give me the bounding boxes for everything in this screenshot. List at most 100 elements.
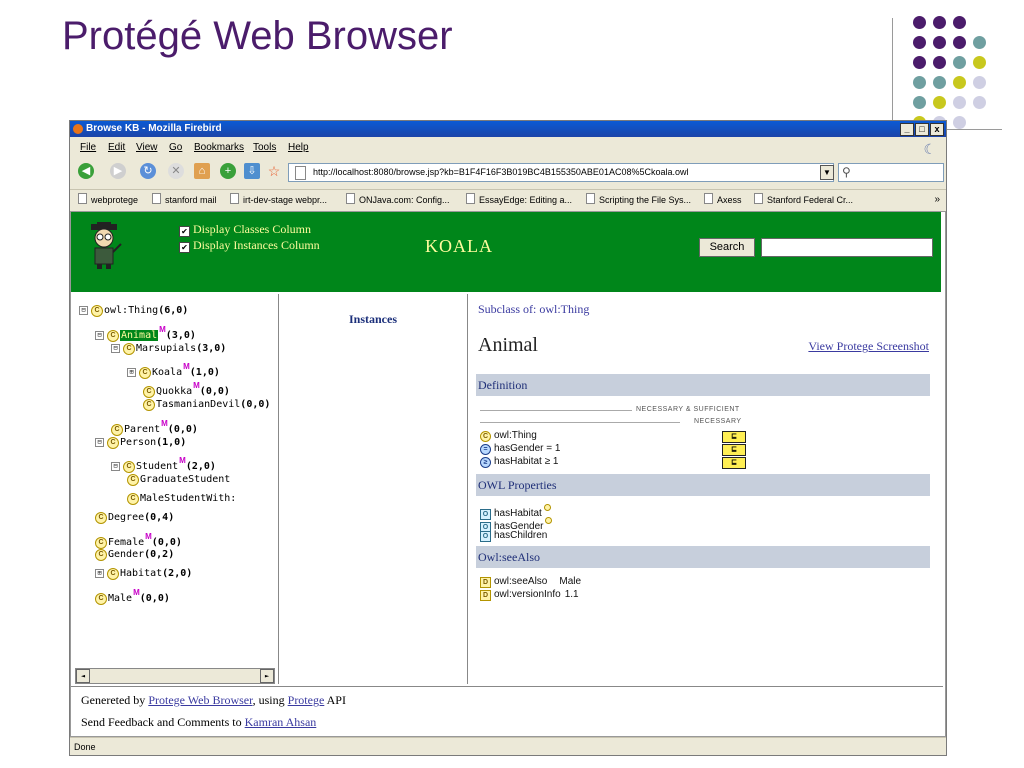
firebird-logo-icon	[73, 124, 83, 134]
expand-toggle-icon[interactable]: ⊞	[95, 569, 104, 579]
tree-node[interactable]: C Degree(0,4)	[95, 511, 174, 525]
view-screenshot-link[interactable]: View Protege Screenshot	[808, 339, 929, 354]
minimize-button[interactable]: _	[900, 123, 914, 136]
page-icon	[586, 193, 595, 204]
author-link[interactable]: Kamran Ahsan	[245, 715, 317, 729]
tree-node[interactable]: C ParentM(0,0)	[111, 417, 198, 437]
tree-node[interactable]: C MaleStudentWith:	[127, 492, 236, 506]
classes-checkbox[interactable]: ✔	[179, 226, 190, 237]
decor-dot	[973, 76, 986, 89]
menu-bookmarks[interactable]: Bookmarks	[194, 139, 244, 156]
functional-marker-icon	[543, 504, 551, 511]
search-input[interactable]	[761, 238, 933, 257]
bookmark-item[interactable]: webprotege	[78, 190, 138, 210]
menu-tools[interactable]: Tools	[253, 139, 276, 156]
tree-node[interactable]: C FemaleM(0,0)	[95, 530, 182, 550]
subclass-of-link[interactable]: Subclass of: owl:Thing	[478, 302, 589, 317]
status-text: Done	[74, 742, 96, 752]
tree-node[interactable]: C QuokkaM(0,0)	[143, 379, 230, 399]
url-dropdown-button[interactable]: ▼	[820, 165, 834, 180]
class-detail-panel: Subclass of: owl:Thing Animal View Prote…	[468, 294, 943, 684]
stop-icon[interactable]: ✕	[168, 163, 184, 179]
page-icon	[78, 193, 87, 204]
expand-toggle-icon[interactable]: ⊟	[79, 306, 88, 315]
download-icon[interactable]: ⇩	[244, 163, 260, 179]
bookmark-star-icon[interactable]: ☆	[266, 163, 282, 179]
bookmark-item[interactable]: Stanford Federal Cr...	[754, 190, 853, 210]
maximize-button[interactable]: □	[915, 123, 929, 136]
menu-view[interactable]: View	[136, 139, 158, 156]
page-icon	[346, 193, 355, 204]
browser-search-field[interactable]: ⚲	[838, 163, 944, 182]
instances-title: Instances	[348, 312, 397, 326]
tree-node[interactable]: ⊟ C StudentM(2,0)	[111, 454, 216, 474]
modified-marker: M	[159, 324, 166, 334]
bookmark-item[interactable]: Scripting the File Sys...	[586, 190, 691, 210]
expand-toggle-icon[interactable]: ⊟	[111, 343, 120, 353]
status-bar: Done	[70, 737, 946, 755]
property-row[interactable]: OhasChildren	[480, 530, 547, 542]
tree-node[interactable]: C TasmanianDevil(0,0)	[143, 398, 270, 412]
decor-dot	[933, 36, 946, 49]
tree-horizontal-scrollbar[interactable]: ◄ ►	[75, 668, 275, 684]
expand-toggle-icon[interactable]: ⊟	[111, 462, 120, 472]
display-classes-toggle[interactable]: ✔ Display Classes Column	[179, 222, 311, 237]
reload-icon[interactable]: ↻	[140, 163, 156, 179]
scroll-right-button[interactable]: ►	[260, 669, 274, 683]
decor-dot	[913, 76, 926, 89]
necessary-label: NECESSARY	[694, 418, 742, 425]
tree-node[interactable]: C Gender(0,2)	[95, 548, 174, 562]
bookmark-item[interactable]: Axess	[704, 190, 742, 210]
search-button[interactable]: Search	[699, 238, 755, 257]
class-icon: C	[107, 568, 119, 581]
protege-web-browser-link[interactable]: Protege Web Browser	[148, 693, 252, 707]
protege-link[interactable]: Protege	[288, 693, 325, 707]
scroll-left-button[interactable]: ◄	[76, 669, 90, 683]
bookmarks-overflow-button[interactable]: »	[934, 190, 940, 210]
bookmark-item[interactable]: ONJava.com: Config...	[346, 190, 450, 210]
class-icon: C	[127, 493, 139, 505]
menu-bar: File Edit View Go Bookmarks Tools Help	[70, 139, 946, 156]
url-field[interactable]: http://localhost:8080/browse.jsp?kb=B1F4…	[288, 163, 834, 182]
tree-node[interactable]: ⊟ Cowl:Thing(6,0)	[79, 304, 188, 318]
tree-node[interactable]: C MaleM(0,0)	[95, 586, 170, 606]
home-icon[interactable]: ⌂	[194, 163, 210, 179]
expand-toggle-icon[interactable]: ⊟	[95, 330, 104, 340]
menu-file[interactable]: File	[80, 139, 96, 156]
decor-vertical-line	[892, 18, 893, 130]
bookmark-item[interactable]: irt-dev-stage webpr...	[230, 190, 327, 210]
tree-node[interactable]: C GraduateStudent	[127, 473, 230, 487]
tree-node-label: Student	[136, 461, 179, 473]
owl-properties-section-header: OWL Properties	[476, 474, 930, 496]
back-icon[interactable]: ◀	[78, 163, 94, 179]
tree-node[interactable]: ⊟ C Person(1,0)	[95, 436, 186, 450]
kb-name: KOALA	[425, 236, 493, 256]
expand-toggle-icon[interactable]: ⊞	[127, 368, 136, 378]
page-icon	[295, 166, 306, 180]
tree-node[interactable]: ⊞ C Habitat(2,0)	[95, 567, 192, 581]
tree-node-label: Marsupials	[136, 342, 197, 354]
menu-go[interactable]: Go	[169, 139, 182, 156]
instances-checkbox[interactable]: ✔	[179, 242, 190, 253]
menu-help[interactable]: Help	[288, 139, 309, 156]
tree-node[interactable]: ⊞ C KoalaM(1,0)	[127, 360, 220, 380]
class-icon: C	[91, 305, 103, 317]
decor-dot	[933, 16, 946, 29]
forward-icon[interactable]: ▶	[110, 163, 126, 179]
page-icon	[754, 193, 763, 204]
display-instances-toggle[interactable]: ✔ Display Instances Column	[179, 238, 320, 253]
add-icon[interactable]: +	[220, 163, 236, 179]
modified-marker: M	[133, 588, 140, 597]
bookmark-item[interactable]: EssayEdge: Editing a...	[466, 190, 572, 210]
close-button[interactable]: x	[930, 123, 944, 136]
tree-node-label: Degree	[108, 511, 145, 523]
menu-edit[interactable]: Edit	[108, 139, 125, 156]
tree-node[interactable]: ⊟ C AnimalM(3,0)	[95, 323, 196, 343]
annotation-row: Dowl:versionInfo 1.1	[480, 589, 579, 601]
modified-marker: M	[161, 418, 168, 428]
expand-toggle-icon[interactable]: ⊟	[95, 437, 104, 447]
window-titlebar[interactable]: Browse KB - Mozilla Firebird _ □ x	[70, 121, 946, 137]
tree-node[interactable]: ⊟ C Marsupials(3,0)	[111, 342, 226, 356]
decor-dot	[973, 36, 986, 49]
bookmark-item[interactable]: stanford mail	[152, 190, 217, 210]
